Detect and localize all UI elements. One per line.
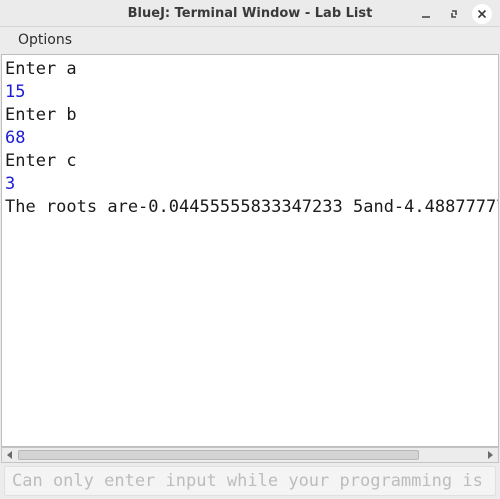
- terminal-input-echo: 68: [5, 128, 26, 148]
- terminal-input-field[interactable]: [5, 467, 495, 495]
- close-button[interactable]: [472, 4, 492, 24]
- terminal-line: Enter b: [5, 105, 77, 125]
- minimize-button[interactable]: [416, 4, 436, 24]
- menu-bar: Options: [0, 27, 500, 53]
- terminal-input-echo: 3: [5, 174, 16, 194]
- minimize-icon: [422, 16, 430, 18]
- title-bar: BlueJ: Terminal Window - Lab List: [0, 0, 500, 27]
- terminal-line: Enter c: [5, 151, 77, 171]
- arrow-right-icon[interactable]: [486, 451, 494, 459]
- arrow-left-icon[interactable]: [6, 451, 14, 459]
- maximize-button[interactable]: [444, 4, 464, 24]
- terminal-result-line: The roots are-0.04455555833347233 5and-4…: [5, 197, 499, 217]
- menu-options[interactable]: Options: [18, 32, 72, 48]
- close-icon: [477, 9, 487, 19]
- terminal-line: Enter a: [5, 59, 77, 79]
- scrollbar-thumb[interactable]: [18, 450, 419, 460]
- terminal-input-echo: 15: [5, 82, 26, 102]
- horizontal-scrollbar[interactable]: [1, 447, 499, 463]
- terminal-input-bar: [4, 466, 496, 496]
- terminal-output[interactable]: Enter a 15 Enter b 68 Enter c 3 The root…: [1, 54, 499, 447]
- maximize-icon: [451, 10, 457, 18]
